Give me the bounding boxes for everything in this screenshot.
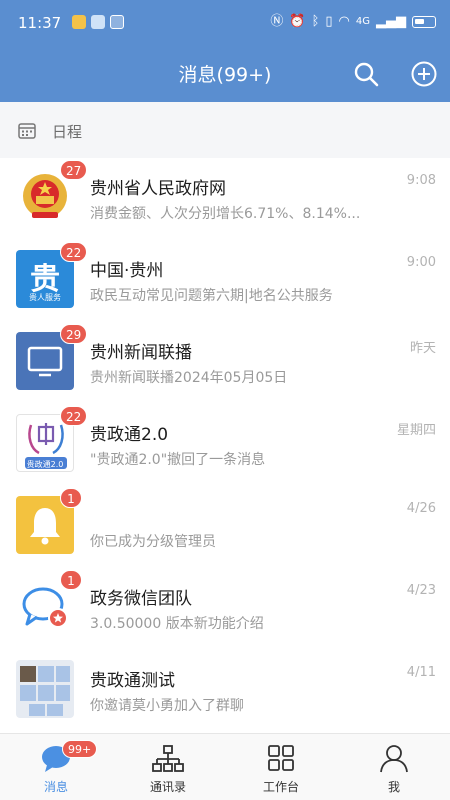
tab-label: 通讯录: [149, 780, 186, 794]
status-time: 11:37: [18, 14, 62, 32]
conversation-preview: 政民互动常见问题第六期|地名公共服务: [90, 288, 333, 304]
unread-badge: 1: [60, 488, 82, 508]
conversation-title: 贵政通测试: [90, 671, 175, 691]
conversation-time: 4/26: [406, 501, 436, 516]
conversation-item[interactable]: 贵政通测试 你邀请莫小勇加入了群聊 4/11: [0, 650, 450, 732]
wifi-icon: ◠: [338, 14, 350, 29]
unread-badge: 1: [60, 570, 82, 590]
tab-me[interactable]: 我: [338, 734, 450, 800]
conversation-time: 9:08: [406, 173, 436, 188]
nfc-icon: Ⓝ: [270, 14, 284, 29]
search-button[interactable]: [352, 60, 380, 88]
conversation-item[interactable]: 贵政通2.0 22 贵政通2.0 "贵政通2.0"撤回了一条消息 星期四: [0, 404, 450, 486]
battery-icon: [412, 16, 436, 28]
tab-contacts[interactable]: 通讯录: [112, 734, 224, 800]
conversation-time: 昨天: [409, 341, 436, 356]
grid-icon: [268, 745, 294, 771]
icon-caption: 贵人服务: [29, 293, 61, 302]
signal-bars-icon: ▂▄▆: [376, 14, 406, 29]
conversation-time: 星期四: [396, 423, 436, 438]
conversation-item[interactable]: 贵 贵人服务 22 中国·贵州 政民互动常见问题第六期|地名公共服务 9:00: [0, 240, 450, 322]
search-icon: [354, 62, 379, 87]
unread-badge: 29: [60, 324, 88, 344]
conversation-preview: 你邀请莫小勇加入了群聊: [90, 698, 244, 714]
conversation-preview: "贵政通2.0"撤回了一条消息: [90, 452, 266, 468]
person-icon: [380, 745, 408, 773]
unread-badge: 22: [60, 242, 88, 262]
app-notification-icon: [72, 15, 86, 29]
tab-messages[interactable]: 99+ 消息: [0, 734, 112, 800]
messages-badge: 99+: [62, 740, 98, 758]
system-icons: Ⓝ ⏰ ᛒ ▯ ◠ 4G ▂▄▆: [270, 14, 436, 30]
conversation-time: 4/11: [406, 665, 436, 680]
tab-workbench[interactable]: 工作台: [225, 734, 337, 800]
unread-badge: 22: [60, 406, 88, 426]
chat-notification-icon: [110, 15, 124, 29]
conversation-time: 9:00: [406, 255, 436, 270]
bottom-tab-bar: 99+ 消息 通讯录 工作台 我: [0, 733, 450, 800]
calendar-icon: [18, 123, 36, 139]
conversation-title: 贵州省人民政府网: [90, 179, 226, 199]
conversation-title: 政务微信团队: [90, 589, 192, 609]
page-title: 消息(99+): [178, 64, 272, 86]
plus-circle-icon: [411, 61, 437, 87]
schedule-row[interactable]: 日程: [0, 102, 450, 158]
group-avatar-icon: [16, 660, 74, 718]
conversation-time: 4/23: [406, 583, 436, 598]
add-button[interactable]: [410, 60, 438, 88]
tab-label: 我: [387, 780, 400, 794]
conversation-title: 贵政通2.0: [90, 425, 169, 445]
unread-badge: 27: [60, 160, 88, 180]
conversation-preview: 消费金额、人次分别增长6.71%、8.14%...: [90, 206, 361, 222]
schedule-label: 日程: [52, 123, 83, 141]
tab-label: 工作台: [262, 780, 299, 794]
conversation-title: 中国·贵州: [90, 261, 164, 281]
notification-icons: [72, 15, 124, 29]
vibrate-icon: ▯: [325, 14, 333, 29]
conversation-title: 贵州新闻联播: [90, 343, 192, 363]
conversation-preview: 贵州新闻联播2024年05月05日: [90, 370, 288, 386]
signal-icon: 4G: [355, 16, 370, 27]
conversation-item[interactable]: 1 政务微信团队 3.0.50000 版本新功能介绍 4/23: [0, 568, 450, 650]
conversation-item[interactable]: 27 贵州省人民政府网 消费金额、人次分别增长6.71%、8.14%... 9:…: [0, 158, 450, 240]
tab-label: 消息: [43, 780, 68, 794]
conversation-item[interactable]: 1 你已成为分级管理员 4/26: [0, 486, 450, 568]
status-bar: 11:37 Ⓝ ⏰ ᛒ ▯ ◠ 4G ▂▄▆: [0, 0, 450, 48]
conversation-item[interactable]: 29 贵州新闻联播 贵州新闻联播2024年05月05日 昨天: [0, 322, 450, 404]
bluetooth-icon: ᛒ: [311, 14, 320, 29]
conversation-preview: 你已成为分级管理员: [90, 534, 216, 550]
cloud-notification-icon: [91, 15, 105, 29]
app-header: 11:37 Ⓝ ⏰ ᛒ ▯ ◠ 4G ▂▄▆ 消息(99+): [0, 0, 450, 102]
conversation-preview: 3.0.50000 版本新功能介绍: [90, 616, 264, 632]
alarm-icon: ⏰: [289, 14, 306, 29]
org-chart-icon: [152, 745, 184, 772]
icon-caption: 贵政通2.0: [26, 460, 64, 469]
